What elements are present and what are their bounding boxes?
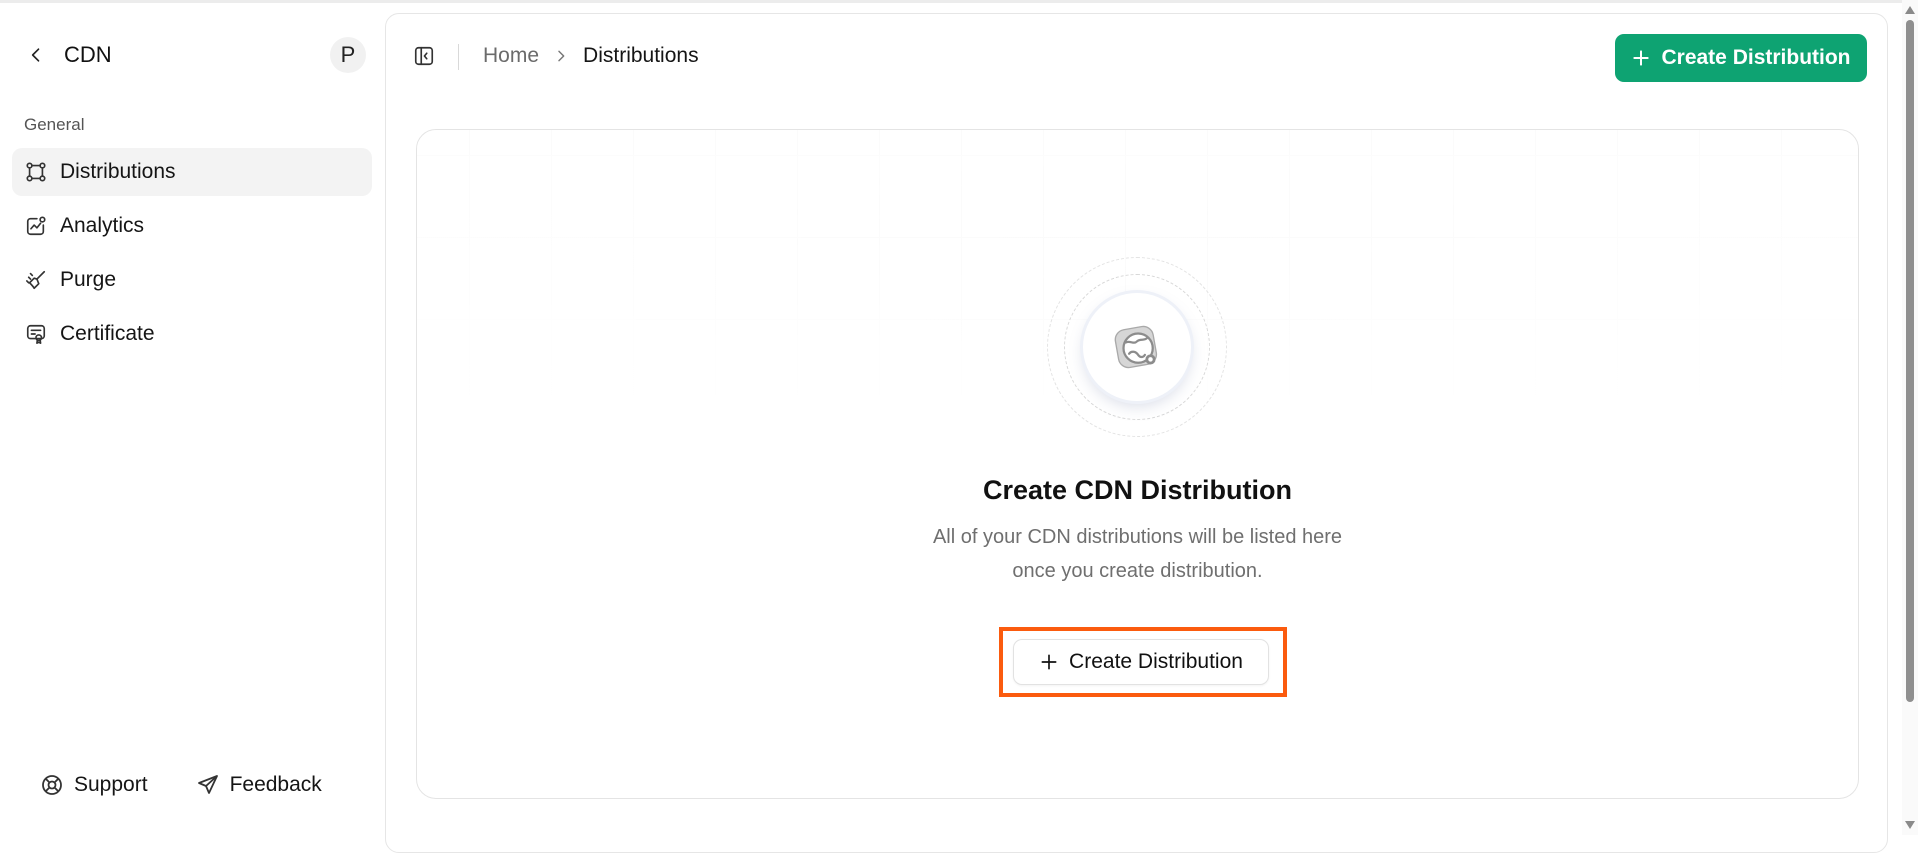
empty-state-description-line2: once you create distribution. [1012,560,1263,582]
sidebar-footer: Support Feedback [40,773,370,797]
empty-state-emblem [1047,257,1227,437]
create-distribution-label: Create Distribution [1661,46,1851,69]
scroll-down-arrow-icon[interactable] [1905,821,1915,829]
sidebar-section-label: General [24,115,85,134]
plus-icon [1039,652,1059,672]
sidebar-item-analytics[interactable]: Analytics [12,202,372,250]
empty-state-title: Create CDN Distribution [982,475,1293,505]
breadcrumb: Home Distributions [483,44,699,68]
main-panel: Home Distributions Create Distribution C… [385,13,1888,853]
sidebar-item-purge[interactable]: Purge [12,256,372,304]
feedback-link[interactable]: Feedback [196,773,322,797]
analytics-icon [24,214,48,238]
breadcrumb-home[interactable]: Home [483,44,539,68]
chevron-left-icon [31,48,40,62]
avatar[interactable]: P [330,37,366,73]
sidebar-item-label: Purge [60,268,117,291]
sidebar-title: CDN [64,42,112,67]
empty-state-card: Create CDN Distribution All of your CDN … [416,129,1859,799]
sidebar-header: CDN P [24,37,366,73]
empty-state-create-label: Create Distribution [1069,650,1243,673]
scrollbar-thumb[interactable] [1906,20,1914,702]
certificate-icon [24,322,48,346]
support-label: Support [74,773,148,796]
sidebar: CDN P General Distributions Analytics Pu… [0,3,382,835]
sidebar-toggle-button[interactable] [413,45,437,69]
sidebar-item-label: Analytics [60,214,145,237]
empty-state-description: All of your CDN distributions will be li… [878,520,1398,588]
support-link[interactable]: Support [40,773,148,797]
divider [458,44,459,70]
sidebar-item-label: Distributions [60,160,176,183]
plus-icon [1631,48,1651,68]
back-button[interactable] [24,43,48,67]
empty-state-description-line1: All of your CDN distributions will be li… [932,526,1343,548]
breadcrumb-current: Distributions [583,44,699,67]
sidebar-nav: Distributions Analytics Purge Certificat… [12,148,372,364]
page-scrollbar[interactable] [1902,0,1918,835]
emblem-inner-circle [1083,293,1191,401]
top-bar: Home Distributions Create Distribution [386,14,1887,84]
panel-left-icon [414,46,434,66]
create-distribution-button[interactable]: Create Distribution [1615,34,1867,82]
sidebar-item-distributions[interactable]: Distributions [12,148,372,196]
sidebar-item-label: Certificate [60,322,155,345]
empty-state-create-button[interactable]: Create Distribution [1013,639,1269,685]
distributions-icon [24,160,48,184]
globe-network-icon [1114,325,1158,369]
sidebar-item-certificate[interactable]: Certificate [12,310,372,358]
scroll-up-arrow-icon[interactable] [1905,6,1915,14]
purge-icon [24,268,48,292]
chevron-right-icon [553,48,569,64]
send-icon [197,775,218,794]
lifebuoy-icon [42,775,62,795]
feedback-label: Feedback [229,773,322,796]
